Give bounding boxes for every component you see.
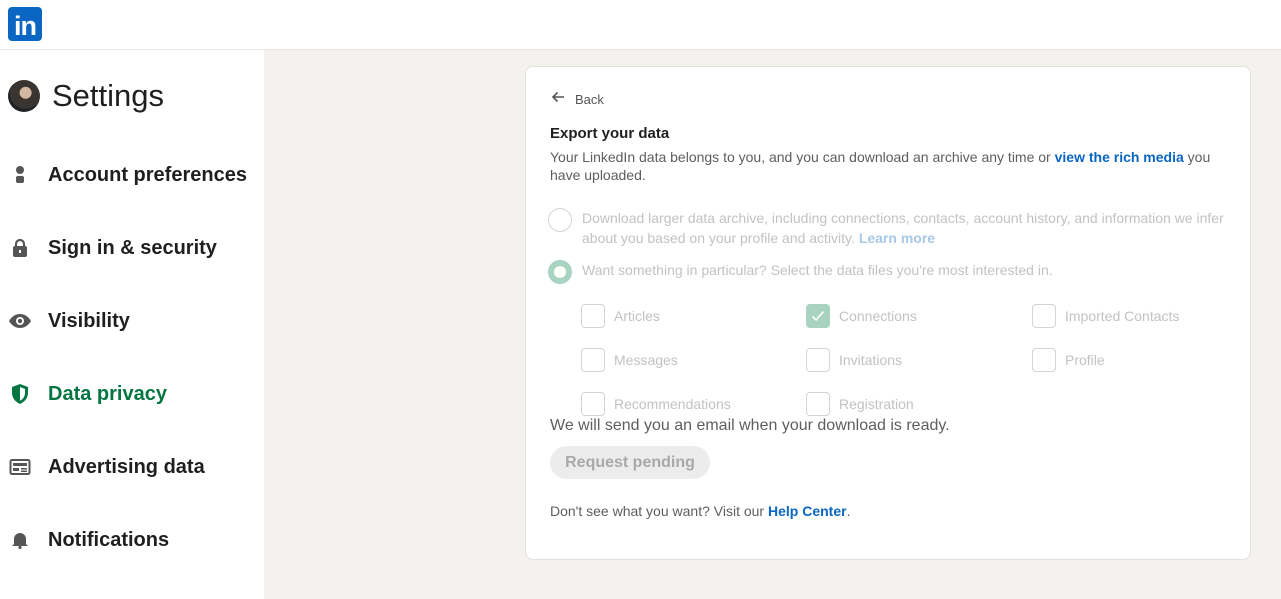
lock-icon	[8, 236, 32, 260]
avatar[interactable]	[8, 80, 40, 112]
help-text: Don't see what you want? Visit our Help …	[550, 503, 851, 519]
checkbox-box[interactable]	[1032, 304, 1056, 328]
sidebar-item-advertising-data[interactable]: Advertising data	[8, 452, 205, 482]
eye-icon	[8, 309, 32, 333]
back-label: Back	[575, 92, 604, 107]
sidebar-item-label: Notifications	[48, 528, 170, 551]
checkbox-box[interactable]	[581, 304, 605, 328]
learn-more-link[interactable]: Learn more	[859, 230, 935, 246]
linkedin-logo[interactable]: in	[8, 7, 42, 41]
rich-media-link[interactable]: view the rich media	[1055, 149, 1184, 165]
section-description: Your LinkedIn data belongs to you, and y…	[550, 149, 1211, 183]
sidebar-item-data-privacy[interactable]: Data privacy	[8, 379, 167, 409]
checkbox-connections[interactable]: Connections	[806, 304, 917, 328]
checkbox-invitations[interactable]: Invitations	[806, 348, 902, 372]
newspaper-icon	[8, 455, 32, 479]
sidebar-item-label: Data privacy	[48, 382, 167, 405]
sidebar-item-visibility[interactable]: Visibility	[8, 306, 130, 336]
arrow-left-icon	[550, 89, 566, 110]
help-center-link[interactable]: Help Center	[768, 503, 847, 519]
sidebar-item-label: Sign in & security	[48, 236, 217, 259]
checkbox-articles[interactable]: Articles	[581, 304, 660, 328]
checkbox-box[interactable]	[806, 348, 830, 372]
radio-particular-files[interactable]	[548, 260, 572, 284]
checkbox-messages[interactable]: Messages	[581, 348, 678, 372]
option-particular-files[interactable]: Want something in particular? Select the…	[548, 260, 1232, 284]
sidebar-item-sign-in-security[interactable]: Sign in & security	[8, 233, 217, 263]
bell-icon	[8, 528, 32, 552]
top-bar: in	[0, 0, 1281, 50]
radio-larger-archive[interactable]	[548, 208, 572, 232]
settings-header: Settings	[8, 78, 164, 114]
sidebar-item-label: Visibility	[48, 309, 130, 332]
email-note: We will send you an email when your down…	[550, 417, 950, 434]
shield-icon	[8, 382, 32, 406]
checkbox-box[interactable]	[581, 348, 605, 372]
sidebar-item-label: Account preferences	[48, 163, 247, 186]
page-title: Settings	[52, 78, 165, 113]
checkbox-registration[interactable]: Registration	[806, 392, 914, 416]
request-pending-button[interactable]: Request pending	[550, 446, 710, 479]
section-title: Export your data	[550, 125, 670, 142]
checkbox-box[interactable]	[806, 304, 830, 328]
checkbox-imported-contacts[interactable]: Imported Contacts	[1032, 304, 1179, 328]
checkbox-recommendations[interactable]: Recommendations	[581, 392, 731, 416]
option-larger-archive[interactable]: Download larger data archive, including …	[548, 208, 1232, 248]
sidebar: Settings Account preferences Sign in & s…	[0, 50, 264, 599]
sidebar-item-label: Advertising data	[48, 455, 205, 478]
checkbox-box[interactable]	[581, 392, 605, 416]
sidebar-item-account-preferences[interactable]: Account preferences	[8, 160, 247, 190]
checkbox-box[interactable]	[1032, 348, 1056, 372]
export-data-card: Back Export your data Your LinkedIn data…	[525, 66, 1251, 560]
person-icon	[8, 163, 32, 187]
checkbox-profile[interactable]: Profile	[1032, 348, 1105, 372]
back-button[interactable]: Back	[550, 89, 604, 110]
checkbox-box[interactable]	[806, 392, 830, 416]
checkmark-icon	[811, 310, 825, 322]
sidebar-item-notifications[interactable]: Notifications	[8, 525, 169, 555]
